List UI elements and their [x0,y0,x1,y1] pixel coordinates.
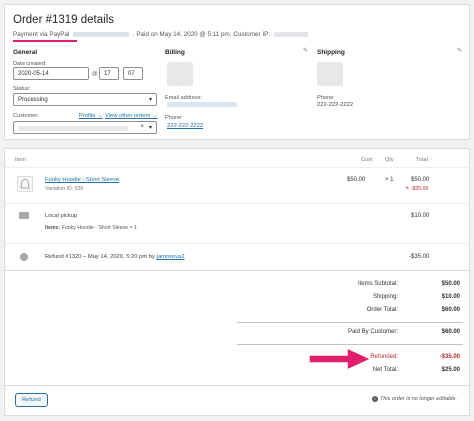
chevron-down-icon: ▾ [148,125,152,131]
divider [5,385,469,386]
hoodie-icon [20,178,30,189]
col-header-qty: Qty [385,157,394,163]
order-details-panel: Order #1319 details Payment via PayPal .… [4,4,470,140]
shipping-items-label: Items: [45,225,61,231]
product-cost: $50.00 [347,177,366,183]
customer-select[interactable]: × ▾ [13,121,157,134]
page-title: Order #1319 details [13,14,115,26]
redacted-transaction-id [73,31,130,37]
product-total: $50.00 [411,177,430,183]
refund-icon [20,253,28,261]
shipping-phone-label: Phone: [317,95,335,101]
divider [5,167,469,168]
net-total-value: $25.00 [441,367,460,373]
billing-email-label: Email address: [165,95,202,101]
paid-on-text: . Paid on May 14, 2020 @ 5:11 pm. Custom… [132,31,271,38]
col-header-cost: Cost [361,157,373,163]
highlight-arrow-icon [308,346,373,372]
customer-profile-link[interactable]: Profile → [79,113,103,119]
items-subtotal-label: Items Subtotal: [357,281,398,287]
shipping-items: Items: Funky Hoodie - Short Sleeve × 1 [45,225,137,231]
items-subtotal-value: $50.00 [441,281,460,287]
col-header-item: Item [15,157,26,163]
refunded-value: -$35.00 [439,354,460,360]
minute-input[interactable]: 07 [123,67,143,80]
product-name-link[interactable]: Funky Hoodie - Short Sleeve [45,177,119,183]
paid-by-customer-value: $60.00 [441,329,460,335]
redacted-billing-email[interactable] [167,102,237,107]
highlight-underline [13,40,77,42]
chevron-down-icon: ▾ [148,97,152,103]
order-items-panel: Item Cost Qty Total Funky Hoodie - Short… [4,148,470,416]
refund-line-text: Refund #1320 – May 14, 2020, 5:20 pm by [45,254,155,260]
info-icon: i [371,396,378,402]
order-total-label: Order Total: [366,307,398,313]
at-sign: @ [92,71,98,77]
shipping-phone-value: 222-222-2222 [317,102,354,108]
date-created-input[interactable]: 2020-05-14 [13,67,89,80]
product-qty: × 1 [385,177,394,183]
shipping-method-name: Local pickup [45,213,78,219]
redacted-shipping-address [317,62,343,86]
divider [5,203,469,204]
net-total-label: Net Total: [372,367,398,373]
shipping-total-value: $10.00 [441,294,460,300]
truck-icon [19,212,29,219]
status-label: Status: [13,86,31,92]
order-total-value: $60.00 [441,307,460,313]
product-refund: ↰ -$35.00 [405,186,429,192]
divider [5,270,469,271]
redacted-customer-ip [273,31,308,37]
redacted-customer-name [18,126,128,131]
billing-phone-link[interactable]: 222-222-2222 [167,123,203,129]
not-editable-notice: i This order is no longer editable. [371,396,457,402]
refund-button[interactable]: Refund [15,393,48,407]
divider [237,322,463,323]
product-thumbnail [17,176,33,192]
billing-heading: Billing [165,49,185,56]
billing-phone-label: Phone: [165,115,183,121]
view-other-orders-link[interactable]: View other orders → [105,113,158,119]
redacted-billing-address [167,62,193,86]
shipping-heading: Shipping [317,49,345,56]
payment-method-text: Payment via PayPal [13,31,70,38]
divider [5,243,469,244]
clear-icon[interactable]: × [140,124,144,130]
general-heading: General [13,49,38,56]
edit-shipping-pencil-icon[interactable]: ✎ [457,47,462,54]
order-meta: Payment via PayPal . Paid on May 14, 202… [13,31,308,38]
shipping-items-value: Funky Hoodie - Short Sleeve × 1 [61,225,137,231]
shipping-line-total: $10.00 [411,213,430,219]
col-header-total: Total [416,157,428,163]
status-select[interactable]: Processing ▾ [13,93,157,106]
refund-line: Refund #1320 – May 14, 2020, 5:20 pm by … [45,254,185,260]
paid-by-customer-label: Paid By Customer: [347,329,398,335]
shipping-total-label: Shipping: [372,294,398,300]
status-value: Processing [18,97,48,103]
refund-user-link[interactable]: jamosova2 [157,254,185,260]
refund-line-amount: -$35.00 [409,254,430,260]
customer-label: Customer: [13,113,39,119]
variation-id: Variation ID: 536 [45,186,84,192]
hour-input[interactable]: 17 [99,67,119,80]
edit-billing-pencil-icon[interactable]: ✎ [303,47,308,54]
not-editable-text: This order is no longer editable. [379,396,457,402]
